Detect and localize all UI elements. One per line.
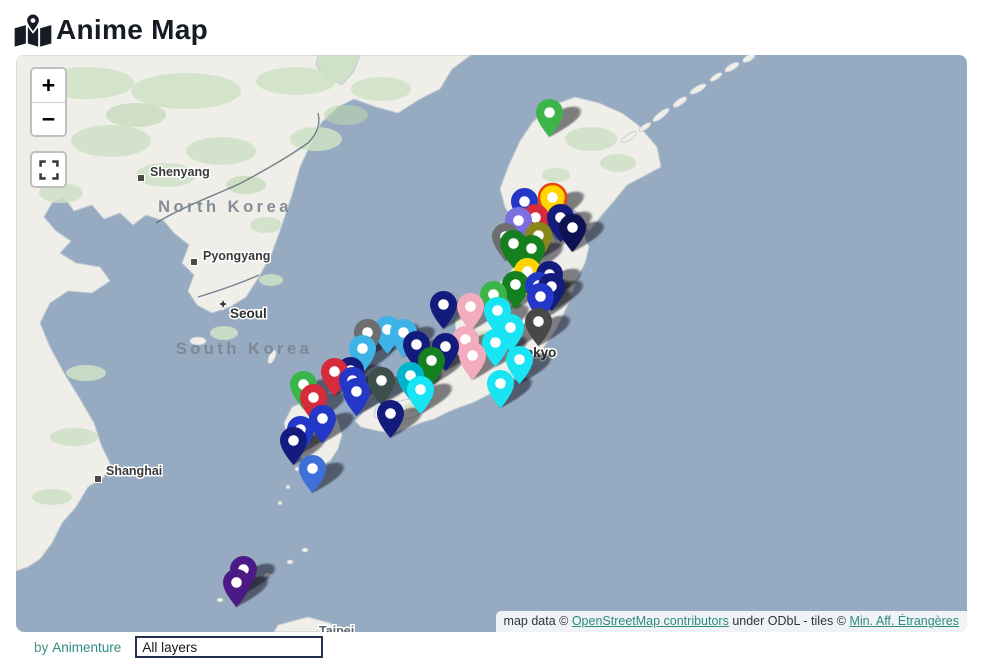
country-label: North Korea: [158, 198, 292, 216]
zoom-out-button[interactable]: −: [32, 102, 65, 135]
app-header: Anime Map: [0, 0, 983, 55]
byline-prefix: by: [34, 640, 48, 655]
map-pin[interactable]: [525, 308, 552, 346]
attribution-text: under ODbL - tiles ©: [729, 614, 850, 628]
city-label: Pyongyang: [203, 249, 270, 263]
map-pin[interactable]: [482, 329, 509, 367]
map-attribution: map data © OpenStreetMap contributors un…: [496, 611, 967, 632]
map-pin[interactable]: [536, 99, 563, 137]
city-label: Seoul: [230, 306, 267, 321]
city-label: Taipei: [319, 624, 354, 632]
app-footer: by Animenture All layers: [0, 632, 983, 662]
city-marker: [138, 175, 145, 182]
map-pin[interactable]: [487, 370, 514, 408]
fullscreen-button[interactable]: [30, 151, 67, 188]
page-title: Anime Map: [56, 14, 208, 46]
tiles-provider-link[interactable]: Min. Aff. Étrangères: [849, 614, 959, 628]
map-location-icon: [14, 13, 52, 47]
animenture-link[interactable]: Animenture: [52, 640, 121, 655]
map-pin[interactable]: [223, 569, 250, 607]
osm-contributors-link[interactable]: OpenStreetMap contributors: [572, 614, 729, 628]
fullscreen-icon: [38, 159, 60, 181]
map-pin[interactable]: [299, 455, 326, 493]
map-pin[interactable]: [407, 376, 434, 414]
map-pin[interactable]: [377, 400, 404, 438]
city-marker: [191, 259, 198, 266]
anime-map-app: Anime Map: [0, 0, 983, 662]
map-canvas[interactable]: North Korea South Korea Shenyang Pyongyang S…: [16, 55, 967, 632]
city-marker: [95, 476, 102, 483]
city-label: Shanghai: [106, 464, 162, 478]
zoom-in-button[interactable]: +: [32, 69, 65, 102]
map-pin[interactable]: [343, 378, 370, 416]
country-label: South Korea: [176, 340, 313, 358]
layers-select[interactable]: All layers: [135, 636, 323, 658]
map-pin[interactable]: [459, 342, 486, 380]
map-pin[interactable]: [430, 291, 457, 329]
city-label: Shenyang: [150, 165, 210, 179]
map-pin[interactable]: [559, 214, 586, 252]
attribution-text: map data ©: [504, 614, 572, 628]
zoom-control: + −: [30, 67, 67, 137]
